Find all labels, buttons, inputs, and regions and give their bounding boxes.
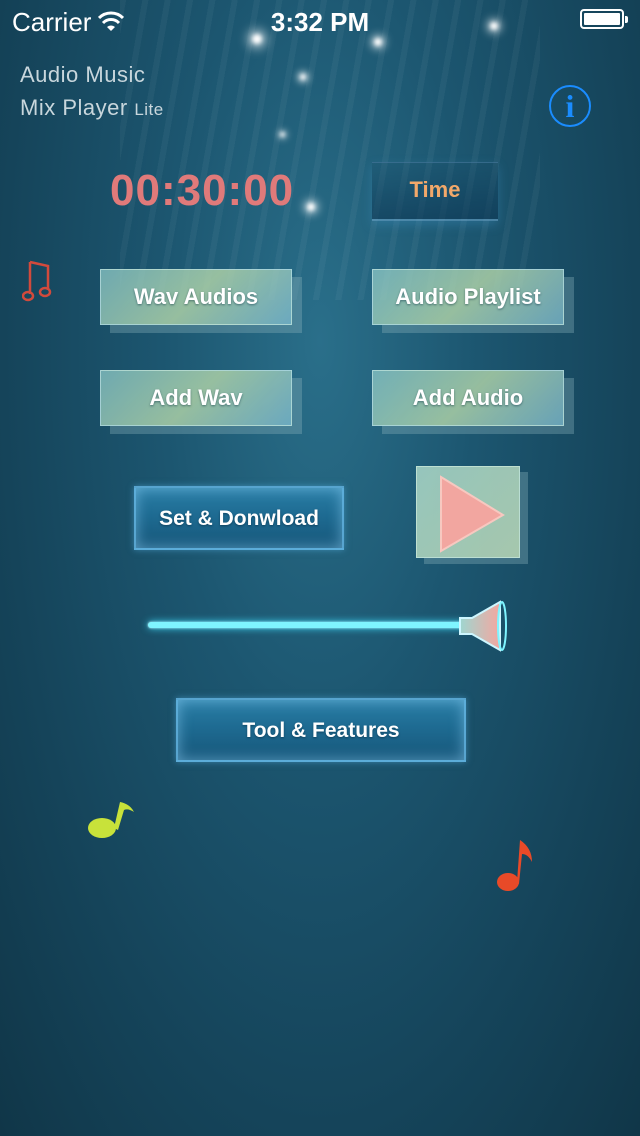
add-audio-button[interactable]: Add Audio <box>372 370 564 426</box>
light-rays-decoration <box>120 0 540 300</box>
play-button[interactable] <box>416 466 520 558</box>
set-download-button[interactable]: Set & Donwload <box>134 486 344 550</box>
app-title-line1: Audio Music <box>20 62 146 87</box>
wav-audios-button[interactable]: Wav Audios <box>100 269 292 325</box>
lite-label: Lite <box>134 100 164 119</box>
status-time: 3:32 PM <box>270 7 370 37</box>
app-title-text: Mix Player <box>20 95 128 120</box>
star-sparkle <box>280 132 285 137</box>
music-note-icon <box>21 258 52 309</box>
music-note-icon <box>496 836 538 901</box>
volume-slider[interactable] <box>148 622 468 628</box>
timer-display: 00:30:00 <box>110 166 295 215</box>
battery-icon <box>580 9 628 29</box>
add-wav-button[interactable]: Add Wav <box>100 370 292 426</box>
tool-features-button[interactable]: Tool & Features <box>176 698 466 762</box>
info-button[interactable]: i <box>549 85 591 127</box>
app-title-line2: Mix Player Lite <box>20 95 164 121</box>
star-sparkle <box>307 203 315 211</box>
status-bar: Carrier 3:32 PM <box>0 0 640 40</box>
music-note-icon <box>86 798 140 847</box>
star-sparkle <box>300 74 306 80</box>
audio-playlist-button[interactable]: Audio Playlist <box>372 269 564 325</box>
speaker-cone-icon[interactable] <box>456 598 510 659</box>
time-button[interactable]: Time <box>372 162 498 221</box>
